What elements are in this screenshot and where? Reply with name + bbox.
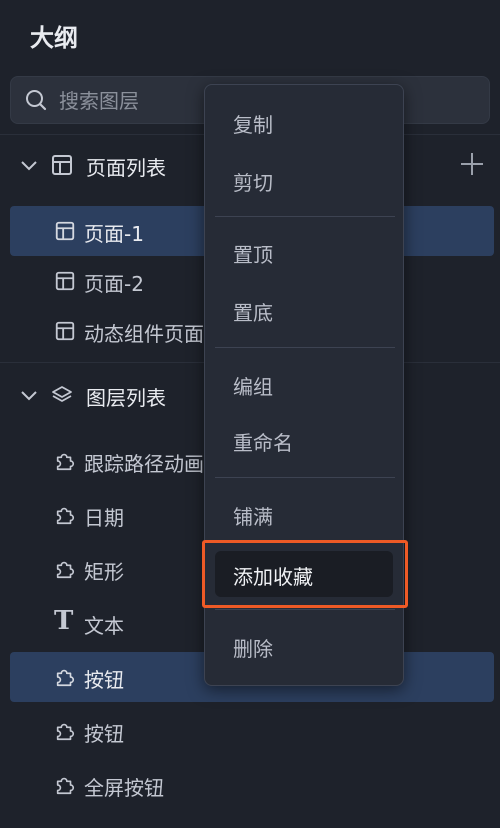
chevron-down-icon[interactable]	[18, 154, 40, 176]
layer-item[interactable]: 按钮	[10, 706, 494, 756]
puzzle-icon	[56, 453, 75, 471]
menu-item-label: 铺满	[233, 505, 273, 529]
menu-item-label: 置顶	[233, 243, 273, 267]
chevron-down-icon[interactable]	[18, 384, 40, 406]
page-item-label: 页面-1	[84, 222, 144, 246]
puzzle-icon	[56, 669, 75, 687]
layer-item-label: 按钮	[84, 722, 124, 746]
menu-item-label: 剪切	[233, 171, 273, 195]
panel-title: 大纲	[30, 24, 78, 52]
menu-item-label: 重命名	[233, 431, 293, 455]
menu-item-add-favorite[interactable]: 添加收藏	[215, 551, 393, 597]
menu-item-bring-to-top[interactable]: 置顶	[215, 229, 393, 275]
menu-item-copy[interactable]: 复制	[215, 99, 393, 145]
menu-item-cut[interactable]: 剪切	[215, 157, 393, 203]
search-input[interactable]	[57, 85, 211, 117]
panel-header: 大纲	[0, 0, 500, 66]
menu-item-label: 置底	[233, 301, 273, 325]
puzzle-icon	[56, 777, 75, 795]
layout-icon	[55, 221, 75, 241]
puzzle-icon	[56, 561, 75, 579]
page-item-label: 页面-2	[84, 272, 144, 296]
layer-item-label: 日期	[84, 506, 124, 530]
search-icon	[26, 90, 47, 111]
layers-icon	[52, 386, 72, 402]
layer-item-label: 文本	[84, 614, 124, 638]
layers-section-label: 图层列表	[86, 386, 166, 410]
pages-section-label: 页面列表	[86, 156, 166, 180]
menu-item-label: 编组	[233, 375, 273, 399]
menu-item-fill[interactable]: 铺满	[215, 491, 393, 537]
menu-item-send-to-bottom[interactable]: 置底	[215, 287, 393, 333]
layer-item-label: 全屏按钮	[84, 776, 164, 800]
menu-separator	[215, 477, 395, 478]
menu-item-group[interactable]: 编组	[215, 361, 393, 407]
layer-item-label: 跟踪路径动画	[84, 452, 204, 476]
add-page-icon[interactable]	[458, 150, 486, 178]
context-menu: 复制 剪切 置顶 置底 编组 重命名 铺满 添加收藏 删除	[204, 84, 404, 686]
menu-separator	[215, 609, 395, 610]
puzzle-icon	[56, 507, 75, 525]
layer-item[interactable]: 全屏按钮	[10, 760, 494, 810]
menu-separator	[215, 347, 395, 348]
layer-item-label: 矩形	[84, 560, 124, 584]
layer-item-label: 按钮	[84, 668, 124, 692]
menu-separator	[215, 216, 395, 217]
page-item-label: 动态组件页面	[84, 322, 204, 346]
puzzle-icon	[56, 723, 75, 741]
layout-icon	[55, 271, 75, 291]
layout-icon	[55, 321, 75, 341]
menu-item-delete[interactable]: 删除	[215, 623, 393, 669]
menu-item-label: 添加收藏	[233, 565, 313, 589]
layout-icon	[52, 155, 72, 175]
menu-item-rename[interactable]: 重命名	[215, 417, 393, 463]
menu-item-label: 删除	[233, 637, 273, 661]
text-t-icon: T	[54, 606, 74, 636]
menu-item-label: 复制	[233, 113, 273, 137]
